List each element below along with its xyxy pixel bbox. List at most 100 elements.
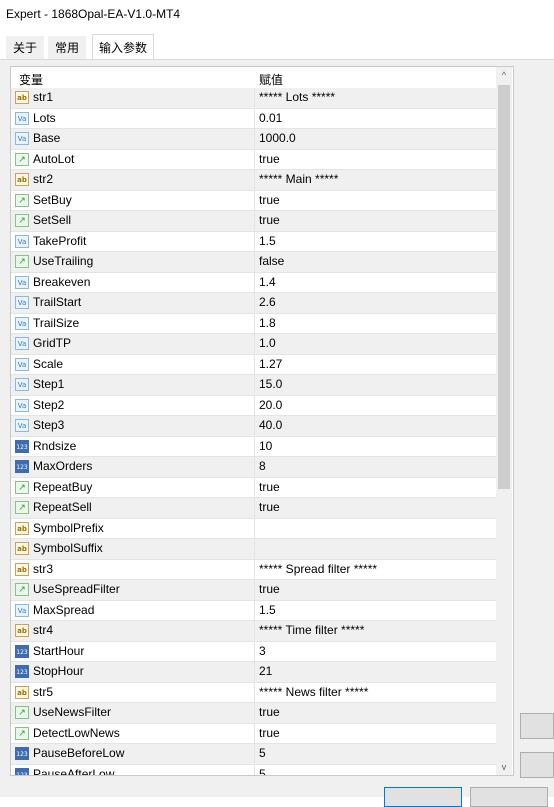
value-cell[interactable] bbox=[254, 539, 497, 558]
value-cell[interactable]: 10 bbox=[254, 436, 497, 456]
table-row[interactable]: Va GridTP 1.0 bbox=[11, 334, 496, 355]
table-row[interactable]: Va TakeProfit 1.5 bbox=[11, 231, 497, 252]
value-cell[interactable]: 1.5 bbox=[254, 231, 497, 251]
value-cell[interactable]: 1.4 bbox=[254, 272, 497, 292]
table-row[interactable]: ↗ SetBuy true bbox=[11, 190, 497, 211]
table-row[interactable]: ↗ UseNewsFilter true bbox=[11, 703, 496, 724]
value-cell[interactable]: true bbox=[254, 723, 497, 743]
bool-type-icon: ↗ bbox=[15, 214, 29, 227]
table-row[interactable]: ↗ UseTrailing false bbox=[11, 252, 496, 273]
table-row[interactable]: ab str5 ***** News filter ***** bbox=[11, 682, 497, 703]
table-row[interactable]: ab str4 ***** Time filter ***** bbox=[11, 621, 496, 642]
value-cell[interactable]: 15.0 bbox=[254, 375, 497, 394]
double-type-icon: Va bbox=[15, 234, 29, 248]
table-row[interactable]: 123 PauseBeforeLow 5 bbox=[11, 744, 496, 765]
value-cell[interactable]: 8 bbox=[254, 457, 497, 476]
table-row[interactable]: ↗ DetectLowNews true bbox=[11, 723, 497, 744]
table-row[interactable]: ↗ AutoLot true bbox=[11, 149, 497, 170]
table-row[interactable]: ↗ RepeatBuy true bbox=[11, 477, 497, 498]
value-cell[interactable]: 1.5 bbox=[254, 600, 497, 620]
scroll-up-arrow-icon[interactable]: ^ bbox=[496, 67, 512, 83]
value-cell[interactable]: ***** Time filter ***** bbox=[254, 621, 497, 640]
value-cell[interactable]: 40.0 bbox=[254, 416, 497, 435]
value-cell[interactable] bbox=[254, 518, 497, 538]
table-row[interactable]: Va Step1 15.0 bbox=[11, 375, 496, 396]
variable-name: str4 bbox=[33, 623, 54, 637]
table-row[interactable]: Va TrailStart 2.6 bbox=[11, 293, 496, 314]
table-row[interactable]: ab SymbolPrefix bbox=[11, 518, 497, 539]
value-cell[interactable]: false bbox=[254, 252, 497, 271]
tab-common[interactable]: 常用 bbox=[48, 36, 87, 60]
variable-cell: Va TrailStart bbox=[15, 293, 253, 312]
value-cell[interactable]: true bbox=[254, 477, 497, 497]
scrollbar-thumb[interactable] bbox=[498, 85, 510, 489]
value-cell[interactable]: 5 bbox=[254, 764, 497, 775]
table-row[interactable]: Va Breakeven 1.4 bbox=[11, 272, 497, 293]
value-cell[interactable]: 5 bbox=[254, 744, 497, 763]
table-row[interactable]: ab str1 ***** Lots ***** bbox=[11, 88, 496, 109]
table-row[interactable]: ↗ UseSpreadFilter true bbox=[11, 580, 496, 601]
value-cell[interactable]: 1.27 bbox=[254, 354, 497, 374]
table-row[interactable]: Va Lots 0.01 bbox=[11, 108, 497, 129]
variable-name: UseSpreadFilter bbox=[33, 582, 120, 596]
column-header-variable[interactable]: 变量 bbox=[19, 71, 43, 88]
scroll-down-arrow-icon[interactable]: v bbox=[496, 759, 512, 775]
value-cell[interactable]: 21 bbox=[254, 662, 497, 681]
bool-type-icon: ↗ bbox=[15, 255, 29, 268]
value-cell[interactable]: 20.0 bbox=[254, 395, 497, 415]
value-text: true bbox=[259, 500, 280, 514]
tab-inputs[interactable]: 输入参数 bbox=[92, 34, 155, 62]
bool-type-icon: ↗ bbox=[15, 501, 29, 514]
table-row[interactable]: Va Scale 1.27 bbox=[11, 354, 497, 375]
value-text: ***** Lots ***** bbox=[259, 90, 336, 104]
table-row[interactable]: ↗ SetSell true bbox=[11, 211, 496, 232]
value-cell[interactable]: ***** Lots ***** bbox=[254, 88, 497, 107]
variable-cell: ↗ SetBuy bbox=[15, 191, 253, 210]
value-cell[interactable]: ***** Main ***** bbox=[254, 170, 497, 189]
value-cell[interactable]: 1000.0 bbox=[254, 129, 497, 148]
tab-about[interactable]: 关于 bbox=[6, 36, 45, 60]
value-text: ***** News filter ***** bbox=[259, 684, 369, 699]
table-row[interactable]: 123 MaxOrders 8 bbox=[11, 457, 496, 478]
table-row[interactable]: ab str3 ***** Spread filter ***** bbox=[11, 559, 497, 580]
table-row[interactable]: Va Step2 20.0 bbox=[11, 395, 497, 416]
value-text: 1.27 bbox=[259, 356, 283, 371]
table-row[interactable]: 123 Rndsize 10 bbox=[11, 436, 497, 457]
side-button-save[interactable] bbox=[520, 752, 554, 778]
value-cell[interactable]: ***** Spread filter ***** bbox=[254, 559, 497, 579]
table-row[interactable]: Va MaxSpread 1.5 bbox=[11, 600, 497, 621]
value-cell[interactable]: 0.01 bbox=[254, 108, 497, 128]
table-row[interactable]: ↗ RepeatSell true bbox=[11, 498, 496, 519]
side-button-load[interactable] bbox=[520, 713, 554, 739]
value-cell[interactable]: 3 bbox=[254, 641, 497, 661]
value-cell[interactable]: 1.8 bbox=[254, 313, 497, 333]
value-cell[interactable]: 1.0 bbox=[254, 334, 497, 353]
bool-type-icon: ↗ bbox=[15, 726, 29, 740]
table-row[interactable]: 123 StopHour 21 bbox=[11, 662, 496, 683]
variable-name: RepeatSell bbox=[33, 500, 92, 514]
ok-button[interactable] bbox=[384, 787, 462, 807]
value-cell[interactable]: ***** News filter ***** bbox=[254, 682, 497, 702]
table-row[interactable]: Va Base 1000.0 bbox=[11, 129, 496, 150]
vertical-scrollbar[interactable]: ^ v bbox=[496, 67, 512, 775]
table-row[interactable]: Va TrailSize 1.8 bbox=[11, 313, 497, 334]
table-row[interactable]: Va Step3 40.0 bbox=[11, 416, 496, 437]
variable-name: SymbolPrefix bbox=[33, 520, 104, 535]
table-row[interactable]: 123 PauseAfterLow 5 bbox=[11, 764, 497, 775]
cancel-button[interactable] bbox=[470, 787, 548, 807]
column-header-value[interactable]: 赋值 bbox=[259, 71, 283, 88]
window-title: Expert - 1868Opal-EA-V1.0-MT4 bbox=[6, 7, 181, 21]
variable-name: Lots bbox=[33, 110, 56, 125]
value-cell[interactable]: true bbox=[254, 580, 497, 599]
table-row[interactable]: ab SymbolSuffix bbox=[11, 539, 496, 560]
value-cell[interactable]: true bbox=[254, 211, 497, 230]
value-cell[interactable]: true bbox=[254, 498, 497, 517]
value-cell[interactable]: true bbox=[254, 190, 497, 210]
table-row[interactable]: 123 StartHour 3 bbox=[11, 641, 497, 662]
table-row[interactable]: ab str2 ***** Main ***** bbox=[11, 170, 496, 191]
variable-cell: ab str5 bbox=[15, 683, 253, 702]
value-cell[interactable]: true bbox=[254, 149, 497, 169]
variable-name: str1 bbox=[33, 90, 54, 104]
value-cell[interactable]: true bbox=[254, 703, 497, 722]
value-cell[interactable]: 2.6 bbox=[254, 293, 497, 312]
